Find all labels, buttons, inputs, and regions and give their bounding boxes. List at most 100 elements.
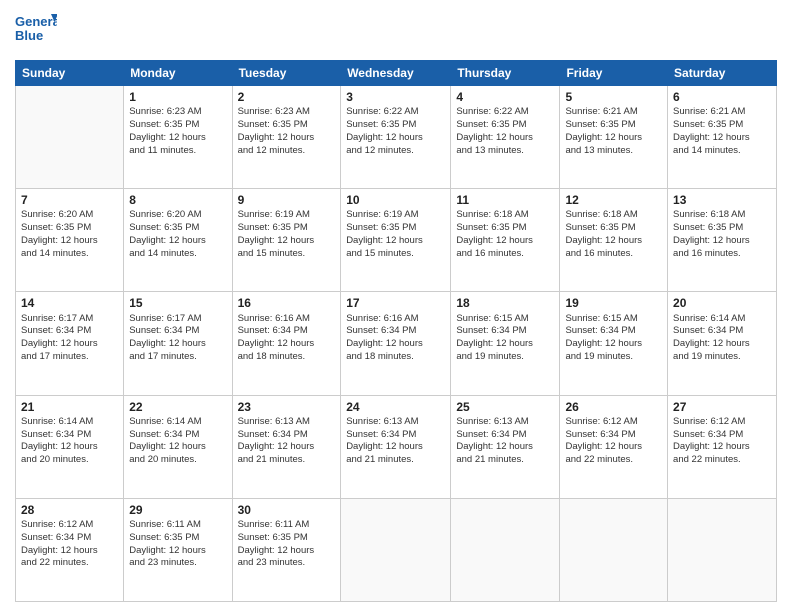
calendar-week-row: 21Sunrise: 6:14 AM Sunset: 6:34 PM Dayli… [16, 395, 777, 498]
calendar-cell: 22Sunrise: 6:14 AM Sunset: 6:34 PM Dayli… [124, 395, 232, 498]
day-info: Sunrise: 6:22 AM Sunset: 6:35 PM Dayligh… [456, 106, 554, 157]
day-number: 15 [129, 295, 226, 311]
calendar-cell [451, 498, 560, 601]
day-info: Sunrise: 6:21 AM Sunset: 6:35 PM Dayligh… [565, 106, 662, 157]
day-info: Sunrise: 6:13 AM Sunset: 6:34 PM Dayligh… [346, 416, 445, 467]
calendar-header-cell-saturday: Saturday [668, 61, 777, 86]
day-number: 14 [21, 295, 118, 311]
day-number: 28 [21, 502, 118, 518]
calendar-cell: 20 Sunrise: 6:14 AM Sunset: 6:34 PM Dayli… [668, 292, 777, 395]
calendar-cell: 8Sunrise: 6:20 AM Sunset: 6:35 PM Daylig… [124, 189, 232, 292]
day-number: 19 [565, 295, 662, 311]
calendar-cell: 17 Sunrise: 6:16 AM Sunset: 6:34 PM Dayli… [341, 292, 451, 395]
calendar-week-row: 14 Sunrise: 6:17 AM Sunset: 6:34 PM Dayli… [16, 292, 777, 395]
day-number: 7 [21, 192, 118, 208]
day-number: 13 [673, 192, 771, 208]
logo-svg: General Blue [15, 10, 57, 52]
calendar-cell: 5Sunrise: 6:21 AM Sunset: 6:35 PM Daylig… [560, 86, 668, 189]
day-info: Sunrise: 6:19 AM Sunset: 6:35 PM Dayligh… [346, 209, 445, 260]
day-info: Sunrise: 6:11 AM Sunset: 6:35 PM Dayligh… [129, 519, 226, 570]
calendar-cell: 24Sunrise: 6:13 AM Sunset: 6:34 PM Dayli… [341, 395, 451, 498]
calendar-body: 1Sunrise: 6:23 AM Sunset: 6:35 PM Daylig… [16, 86, 777, 602]
calendar-cell: 11Sunrise: 6:18 AM Sunset: 6:35 PM Dayli… [451, 189, 560, 292]
calendar-cell: 13Sunrise: 6:18 AM Sunset: 6:35 PM Dayli… [668, 189, 777, 292]
svg-text:General: General [15, 14, 57, 29]
day-number: 24 [346, 399, 445, 415]
day-info: Sunrise: 6:15 AM Sunset: 6:34 PM Dayligh… [456, 313, 554, 364]
calendar-cell: 21Sunrise: 6:14 AM Sunset: 6:34 PM Dayli… [16, 395, 124, 498]
day-number: 22 [129, 399, 226, 415]
calendar-header: SundayMondayTuesdayWednesdayThursdayFrid… [16, 61, 777, 86]
day-number: 23 [238, 399, 336, 415]
day-info: Sunrise: 6:19 AM Sunset: 6:35 PM Dayligh… [238, 209, 336, 260]
calendar-header-cell-friday: Friday [560, 61, 668, 86]
calendar-cell: 15 Sunrise: 6:17 AM Sunset: 6:34 PM Dayli… [124, 292, 232, 395]
day-info: Sunrise: 6:15 AM Sunset: 6:34 PM Dayligh… [565, 313, 662, 364]
calendar-cell [341, 498, 451, 601]
day-info: Sunrise: 6:20 AM Sunset: 6:35 PM Dayligh… [129, 209, 226, 260]
day-number: 26 [565, 399, 662, 415]
calendar-cell: 16 Sunrise: 6:16 AM Sunset: 6:34 PM Dayli… [232, 292, 341, 395]
day-info: Sunrise: 6:20 AM Sunset: 6:35 PM Dayligh… [21, 209, 118, 260]
day-info: Sunrise: 6:23 AM Sunset: 6:35 PM Dayligh… [238, 106, 336, 157]
header: General Blue [15, 10, 777, 52]
day-number: 8 [129, 192, 226, 208]
calendar-header-cell-wednesday: Wednesday [341, 61, 451, 86]
calendar-cell: 6Sunrise: 6:21 AM Sunset: 6:35 PM Daylig… [668, 86, 777, 189]
day-info: Sunrise: 6:14 AM Sunset: 6:34 PM Dayligh… [21, 416, 118, 467]
day-info: Sunrise: 6:22 AM Sunset: 6:35 PM Dayligh… [346, 106, 445, 157]
day-info: Sunrise: 6:13 AM Sunset: 6:34 PM Dayligh… [456, 416, 554, 467]
day-number: 5 [565, 89, 662, 105]
calendar-header-cell-thursday: Thursday [451, 61, 560, 86]
day-number: 30 [238, 502, 336, 518]
calendar-header-row: SundayMondayTuesdayWednesdayThursdayFrid… [16, 61, 777, 86]
day-number: 18 [456, 295, 554, 311]
day-info: Sunrise: 6:18 AM Sunset: 6:35 PM Dayligh… [456, 209, 554, 260]
day-number: 27 [673, 399, 771, 415]
day-number: 12 [565, 192, 662, 208]
calendar-cell: 4Sunrise: 6:22 AM Sunset: 6:35 PM Daylig… [451, 86, 560, 189]
day-number: 17 [346, 295, 445, 311]
day-info: Sunrise: 6:21 AM Sunset: 6:35 PM Dayligh… [673, 106, 771, 157]
day-info: Sunrise: 6:18 AM Sunset: 6:35 PM Dayligh… [673, 209, 771, 260]
calendar-cell: 23Sunrise: 6:13 AM Sunset: 6:34 PM Dayli… [232, 395, 341, 498]
calendar-cell: 29Sunrise: 6:11 AM Sunset: 6:35 PM Dayli… [124, 498, 232, 601]
logo: General Blue [15, 10, 57, 52]
day-info: Sunrise: 6:17 AM Sunset: 6:34 PM Dayligh… [21, 313, 118, 364]
calendar-cell: 7Sunrise: 6:20 AM Sunset: 6:35 PM Daylig… [16, 189, 124, 292]
calendar-cell: 10Sunrise: 6:19 AM Sunset: 6:35 PM Dayli… [341, 189, 451, 292]
day-info: Sunrise: 6:16 AM Sunset: 6:34 PM Dayligh… [238, 313, 336, 364]
calendar-week-row: 1Sunrise: 6:23 AM Sunset: 6:35 PM Daylig… [16, 86, 777, 189]
day-number: 10 [346, 192, 445, 208]
calendar: SundayMondayTuesdayWednesdayThursdayFrid… [15, 60, 777, 602]
calendar-cell: 27Sunrise: 6:12 AM Sunset: 6:34 PM Dayli… [668, 395, 777, 498]
day-number: 16 [238, 295, 336, 311]
calendar-cell: 1Sunrise: 6:23 AM Sunset: 6:35 PM Daylig… [124, 86, 232, 189]
day-number: 3 [346, 89, 445, 105]
day-number: 20 [673, 295, 771, 311]
day-number: 25 [456, 399, 554, 415]
calendar-cell: 12Sunrise: 6:18 AM Sunset: 6:35 PM Dayli… [560, 189, 668, 292]
calendar-cell: 2Sunrise: 6:23 AM Sunset: 6:35 PM Daylig… [232, 86, 341, 189]
day-info: Sunrise: 6:23 AM Sunset: 6:35 PM Dayligh… [129, 106, 226, 157]
day-info: Sunrise: 6:17 AM Sunset: 6:34 PM Dayligh… [129, 313, 226, 364]
day-number: 4 [456, 89, 554, 105]
day-info: Sunrise: 6:14 AM Sunset: 6:34 PM Dayligh… [129, 416, 226, 467]
day-info: Sunrise: 6:16 AM Sunset: 6:34 PM Dayligh… [346, 313, 445, 364]
day-info: Sunrise: 6:14 AM Sunset: 6:34 PM Dayligh… [673, 313, 771, 364]
day-number: 21 [21, 399, 118, 415]
day-number: 9 [238, 192, 336, 208]
calendar-header-cell-sunday: Sunday [16, 61, 124, 86]
calendar-cell: 9Sunrise: 6:19 AM Sunset: 6:35 PM Daylig… [232, 189, 341, 292]
svg-text:Blue: Blue [15, 28, 43, 43]
day-info: Sunrise: 6:12 AM Sunset: 6:34 PM Dayligh… [565, 416, 662, 467]
calendar-cell: 26Sunrise: 6:12 AM Sunset: 6:34 PM Dayli… [560, 395, 668, 498]
calendar-header-cell-tuesday: Tuesday [232, 61, 341, 86]
calendar-cell [560, 498, 668, 601]
page: General Blue SundayMondayTuesdayWednesda… [0, 0, 792, 612]
calendar-cell: 28Sunrise: 6:12 AM Sunset: 6:34 PM Dayli… [16, 498, 124, 601]
calendar-cell [668, 498, 777, 601]
calendar-cell: 3Sunrise: 6:22 AM Sunset: 6:35 PM Daylig… [341, 86, 451, 189]
day-number: 29 [129, 502, 226, 518]
day-number: 1 [129, 89, 226, 105]
